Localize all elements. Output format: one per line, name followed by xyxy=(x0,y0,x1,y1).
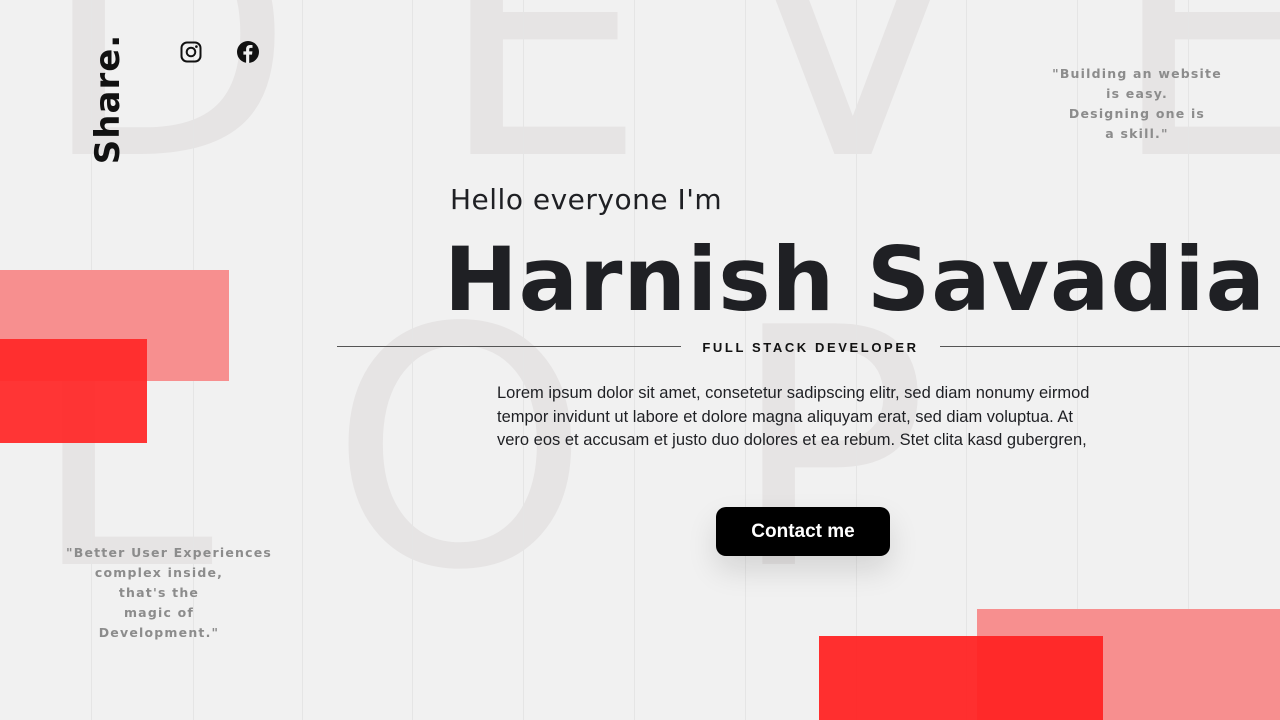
quote-line: Development." xyxy=(98,625,220,640)
landing-page: D E V E L O P Share. "Building an websit… xyxy=(0,0,1280,720)
background-letter: E xyxy=(438,0,647,232)
quote-line: is easy. xyxy=(1106,86,1168,101)
description-line: Lorem ipsum dolor sit amet, consetetur s… xyxy=(497,384,1090,402)
page-title: Harnish Savadia xyxy=(444,228,1266,331)
divider xyxy=(940,346,1280,347)
grid-line xyxy=(966,0,967,720)
quote-line: complex inside, xyxy=(94,565,224,580)
decorative-block xyxy=(0,339,147,443)
background-letter: D xyxy=(40,0,295,232)
greeting-text: Hello everyone I'm xyxy=(450,183,723,216)
facebook-icon[interactable] xyxy=(236,40,260,64)
description-line: vero eos et accusam et justo duo dolores… xyxy=(497,431,1087,449)
instagram-icon[interactable] xyxy=(179,40,203,64)
grid-line xyxy=(856,0,857,720)
share-text: Share. xyxy=(88,33,129,164)
share-label: Share. xyxy=(88,33,129,164)
grid-line xyxy=(745,0,746,720)
grid-line xyxy=(634,0,635,720)
quote-top-right: "Building an website is easy. Designing … xyxy=(1052,64,1222,144)
divider xyxy=(337,346,681,347)
grid-line xyxy=(523,0,524,720)
contact-button[interactable]: Contact me xyxy=(716,507,890,556)
description: Lorem ipsum dolor sit amet, consetetur s… xyxy=(497,382,1157,453)
quote-line: "Building an website xyxy=(1052,66,1222,81)
quote-line: a skill." xyxy=(1105,126,1169,141)
grid-line xyxy=(412,0,413,720)
decorative-block xyxy=(819,636,1103,720)
quote-line: Designing one is xyxy=(1068,106,1206,121)
quote-bottom-left: "Better User Experiences complex inside,… xyxy=(66,543,273,643)
grid-line xyxy=(302,0,303,720)
quote-line: "Better User Experiences xyxy=(66,545,273,560)
role-subtitle: FULL STACK DEVELOPER xyxy=(702,340,919,355)
quote-line: magic of xyxy=(123,605,195,620)
background-letter: V xyxy=(740,0,966,232)
quote-line: that's the xyxy=(118,585,200,600)
description-line: tempor invidunt ut labore et dolore magn… xyxy=(497,407,1074,426)
